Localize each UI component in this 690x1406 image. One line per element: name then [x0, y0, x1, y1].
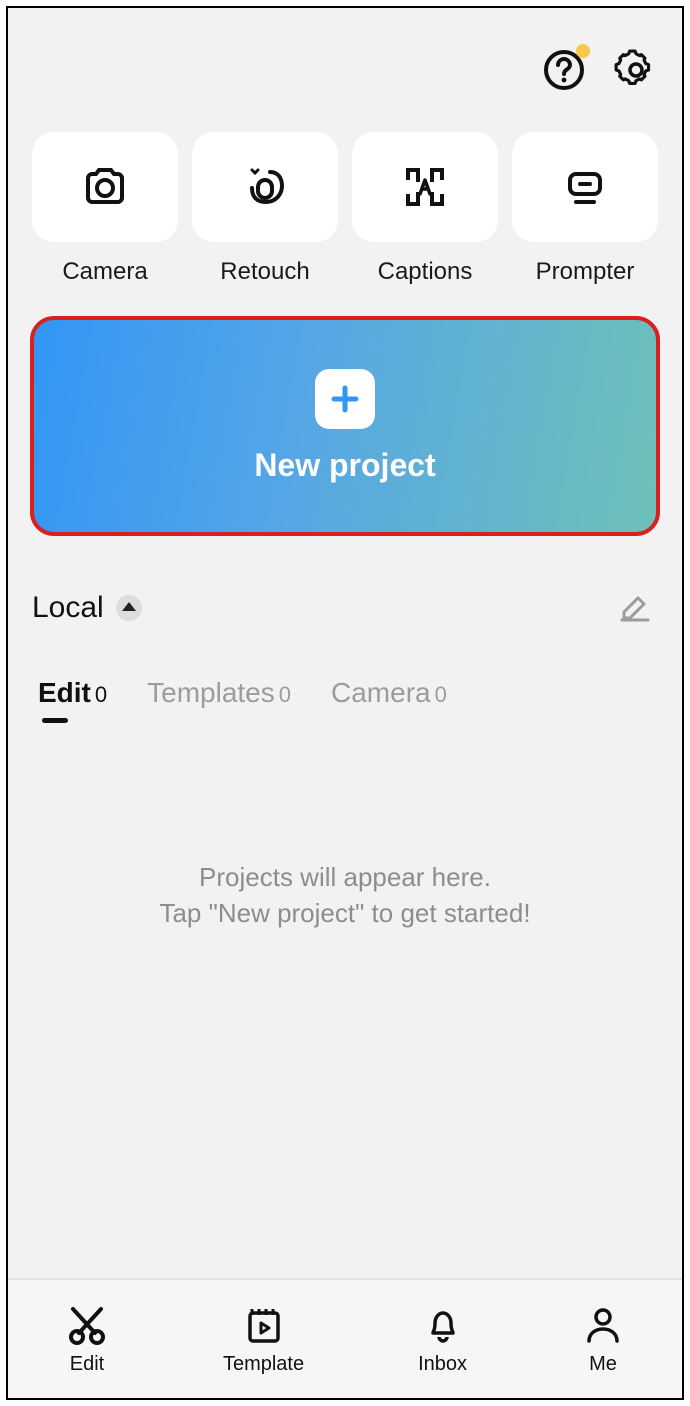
- prompter-quick-label: Prompter: [512, 258, 658, 286]
- scissors-icon: [65, 1303, 109, 1347]
- captions-quick-button[interactable]: [352, 132, 498, 242]
- camera-quick-button[interactable]: [32, 132, 178, 242]
- retouch-quick-label: Retouch: [192, 258, 338, 286]
- camera-icon: [80, 162, 130, 212]
- person-icon: [581, 1303, 625, 1347]
- prompter-icon: [560, 162, 610, 212]
- tab-camera-label: Camera: [331, 677, 431, 709]
- captions-icon: [400, 162, 450, 212]
- nav-inbox[interactable]: Inbox: [418, 1303, 467, 1376]
- tab-templates-count: 0: [279, 682, 291, 708]
- nav-edit-label: Edit: [70, 1353, 104, 1376]
- nav-inbox-label: Inbox: [418, 1353, 467, 1376]
- settings-button[interactable]: [614, 48, 658, 97]
- bell-icon: [421, 1303, 465, 1347]
- local-title: Local: [32, 591, 104, 625]
- retouch-quick-button[interactable]: [192, 132, 338, 242]
- tab-edit[interactable]: Edit 0: [38, 677, 107, 709]
- tab-templates[interactable]: Templates 0: [147, 677, 291, 709]
- nav-me[interactable]: Me: [581, 1303, 625, 1376]
- plus-icon: [315, 369, 375, 429]
- local-dropdown[interactable]: Local: [32, 591, 142, 625]
- empty-state: Projects will appear here. Tap "New proj…: [8, 709, 682, 1278]
- captions-quick-label: Captions: [352, 258, 498, 286]
- tab-edit-label: Edit: [38, 677, 91, 709]
- notification-dot: [576, 44, 590, 58]
- caret-up-icon: [116, 595, 142, 621]
- tab-templates-label: Templates: [147, 677, 275, 709]
- empty-line1: Projects will appear here.: [8, 859, 682, 895]
- template-icon: [242, 1303, 286, 1347]
- pencil-icon: [618, 588, 652, 622]
- prompter-quick-button[interactable]: [512, 132, 658, 242]
- tab-edit-count: 0: [95, 682, 107, 708]
- help-button[interactable]: [542, 48, 586, 97]
- nav-template[interactable]: Template: [223, 1303, 304, 1376]
- nav-me-label: Me: [589, 1353, 617, 1376]
- new-project-button[interactable]: New project: [30, 316, 660, 536]
- tab-camera[interactable]: Camera 0: [331, 677, 447, 709]
- retouch-icon: [240, 162, 290, 212]
- gear-icon: [614, 48, 658, 92]
- nav-edit[interactable]: Edit: [65, 1303, 109, 1376]
- new-project-label: New project: [254, 447, 435, 484]
- empty-line2: Tap "New project" to get started!: [8, 895, 682, 931]
- camera-quick-label: Camera: [32, 258, 178, 286]
- edit-list-button[interactable]: [618, 588, 652, 627]
- nav-template-label: Template: [223, 1353, 304, 1376]
- tab-camera-count: 0: [435, 682, 447, 708]
